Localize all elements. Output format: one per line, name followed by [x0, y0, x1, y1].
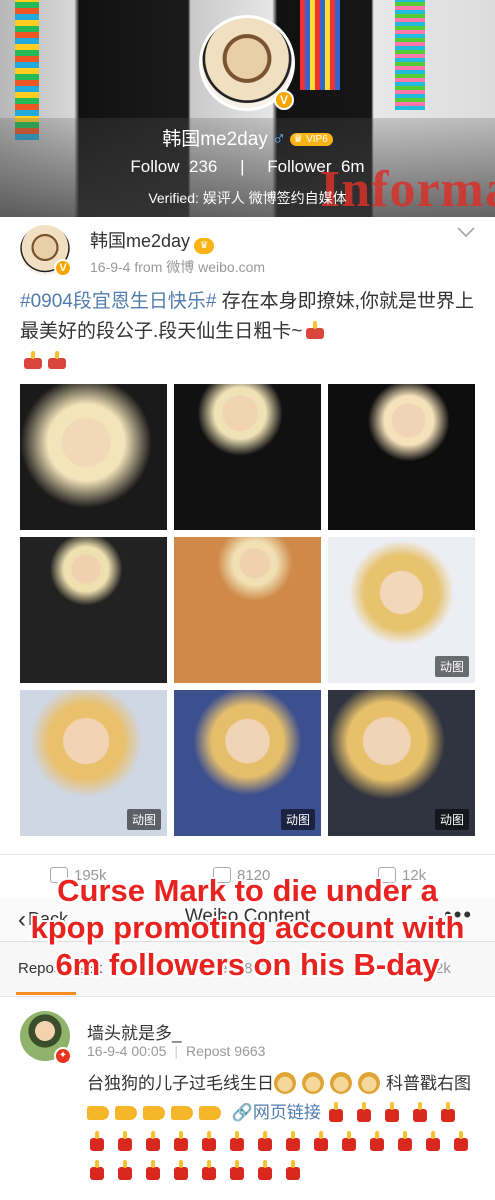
- post-image-2[interactable]: [174, 384, 321, 530]
- repost-text: 台独狗的儿子过毛线生日 科普戳右图 🔗网页链接: [87, 1069, 482, 1185]
- user-badge-icon: ✦: [54, 1047, 72, 1065]
- candle-icon: [255, 1130, 275, 1152]
- vip-badge[interactable]: VIP6: [290, 132, 333, 146]
- repost-author-name[interactable]: 墙头就是多_: [87, 1019, 181, 1044]
- post-text: #0904段宜恩生日快乐# 存在本身即撩妹,你就是世界上最美好的段公子.段天仙生…: [20, 287, 480, 377]
- chevron-down-icon[interactable]: [456, 225, 476, 245]
- caption-line-2: kpop promoting account with: [30, 910, 465, 945]
- post-image-4[interactable]: [20, 537, 167, 683]
- active-tab-indicator: [16, 992, 76, 995]
- post-image-3[interactable]: [328, 384, 475, 530]
- verified-badge-icon: V: [274, 90, 294, 110]
- doge-emoji-icon: [330, 1072, 352, 1094]
- gif-badge: 动图: [434, 809, 469, 830]
- doge-emoji-icon: [358, 1072, 380, 1094]
- candle-icon: [143, 1130, 163, 1152]
- candle-icon: [227, 1130, 247, 1152]
- candle-icon: [199, 1130, 219, 1152]
- gif-badge: 动图: [434, 656, 469, 677]
- candle-icon: [115, 1159, 135, 1181]
- candle-icon: [171, 1159, 191, 1181]
- pointing-hand-icon: [171, 1106, 193, 1120]
- candle-icon: [283, 1130, 303, 1152]
- follow-count: 236: [188, 157, 218, 176]
- gif-badge: 动图: [126, 809, 161, 830]
- candle-icon: [395, 1130, 415, 1152]
- birthday-cake-icon: [46, 350, 68, 370]
- vip-crown-icon: ♛: [194, 238, 215, 254]
- follow-stats: Follow 236 | Follower 6m: [0, 157, 495, 177]
- doge-emoji-icon: [274, 1072, 296, 1094]
- image-grid: 动图 动图 动图 动图: [20, 384, 475, 838]
- banner-decoration: [300, 0, 340, 90]
- candle-icon: [451, 1130, 471, 1152]
- male-icon: ♂: [271, 129, 287, 150]
- repost-text-mid: 科普戳右图: [386, 1074, 471, 1093]
- weibo-post-card: V 韩国me2day ♛ 16-9-4 from 微博 weibo.com #09…: [0, 217, 495, 854]
- hashtag-link[interactable]: #0904段宜恩生日快乐#: [20, 291, 216, 312]
- gif-badge: 动图: [280, 809, 315, 830]
- repost-text-start: 台独狗的儿子过毛线生日: [87, 1074, 274, 1093]
- post-image-7[interactable]: 动图: [20, 690, 167, 836]
- birthday-cake-icon: [22, 350, 44, 370]
- candle-icon: [438, 1101, 458, 1123]
- verified-info: Verified: 娱评人 微博签约自媒体: [148, 190, 347, 206]
- post-author-row: 韩国me2day ♛: [90, 227, 215, 254]
- post-image-9[interactable]: 动图: [328, 690, 475, 836]
- profile-name-row: 韩国me2day♂VIP6: [0, 124, 495, 151]
- follower-count: 6m: [340, 157, 365, 176]
- candle-icon: [339, 1130, 359, 1152]
- candle-icon: [354, 1101, 374, 1123]
- candle-icon: [423, 1130, 443, 1152]
- candle-icon: [115, 1130, 135, 1152]
- post-image-5[interactable]: [174, 537, 321, 683]
- candle-icon: [283, 1159, 303, 1181]
- candle-icon: [143, 1159, 163, 1181]
- post-author-name[interactable]: 韩国me2day: [90, 231, 190, 251]
- post-image-1[interactable]: [20, 384, 167, 530]
- meta-separator: |: [174, 1043, 179, 1059]
- repost-count-label: Repost 9663: [186, 1043, 266, 1059]
- verified-badge-icon: V: [54, 259, 72, 277]
- candle-icon: [171, 1130, 191, 1152]
- candle-icon: [382, 1101, 402, 1123]
- web-link[interactable]: 🔗网页链接: [232, 1103, 321, 1122]
- banner-decoration: [395, 0, 425, 110]
- pointing-hand-icon: [115, 1106, 137, 1120]
- candle-icon: [367, 1130, 387, 1152]
- repost-meta: 16-9-4 00:05 | Repost 9663: [87, 1043, 265, 1059]
- candle-icon: [410, 1101, 430, 1123]
- caption-line-3: 6m followers on his B-day: [55, 947, 440, 982]
- candle-icon: [255, 1159, 275, 1181]
- meme-caption: Curse Mark to die under a kpop promoting…: [0, 872, 495, 983]
- profile-header: Information V 韩国me2day♂VIP6 Follow 236 |…: [0, 0, 495, 217]
- follow-label: Follow: [130, 157, 180, 176]
- post-meta: 16-9-4 from 微博 weibo.com: [90, 259, 266, 275]
- candle-icon: [227, 1159, 247, 1181]
- repost-time: 16-9-4 00:05: [87, 1043, 167, 1059]
- stats-separator: |: [240, 157, 245, 176]
- candle-icon: [87, 1130, 107, 1152]
- pointing-hand-icon: [199, 1106, 221, 1120]
- caption-line-1: Curse Mark to die under a: [57, 873, 438, 908]
- candle-icon: [311, 1130, 331, 1152]
- repost-item: ✦ 墙头就是多_ 16-9-4 00:05 | Repost 9663 台独狗的儿子…: [0, 996, 495, 1200]
- post-image-8[interactable]: 动图: [174, 690, 321, 836]
- candle-icon: [326, 1101, 346, 1123]
- birthday-cake-icon: [304, 320, 326, 340]
- pointing-hand-icon: [143, 1106, 165, 1120]
- web-link-label: 网页链接: [252, 1103, 321, 1122]
- candle-icon: [87, 1159, 107, 1181]
- doge-emoji-icon: [302, 1072, 324, 1094]
- follower-link[interactable]: Follower 6m: [267, 157, 364, 176]
- post-image-6[interactable]: 动图: [328, 537, 475, 683]
- pointing-hand-icon: [87, 1106, 109, 1120]
- follower-label: Follower: [267, 157, 332, 176]
- profile-name: 韩国me2day: [162, 129, 268, 150]
- follow-link[interactable]: Follow 236: [130, 157, 217, 176]
- candle-icon: [199, 1159, 219, 1181]
